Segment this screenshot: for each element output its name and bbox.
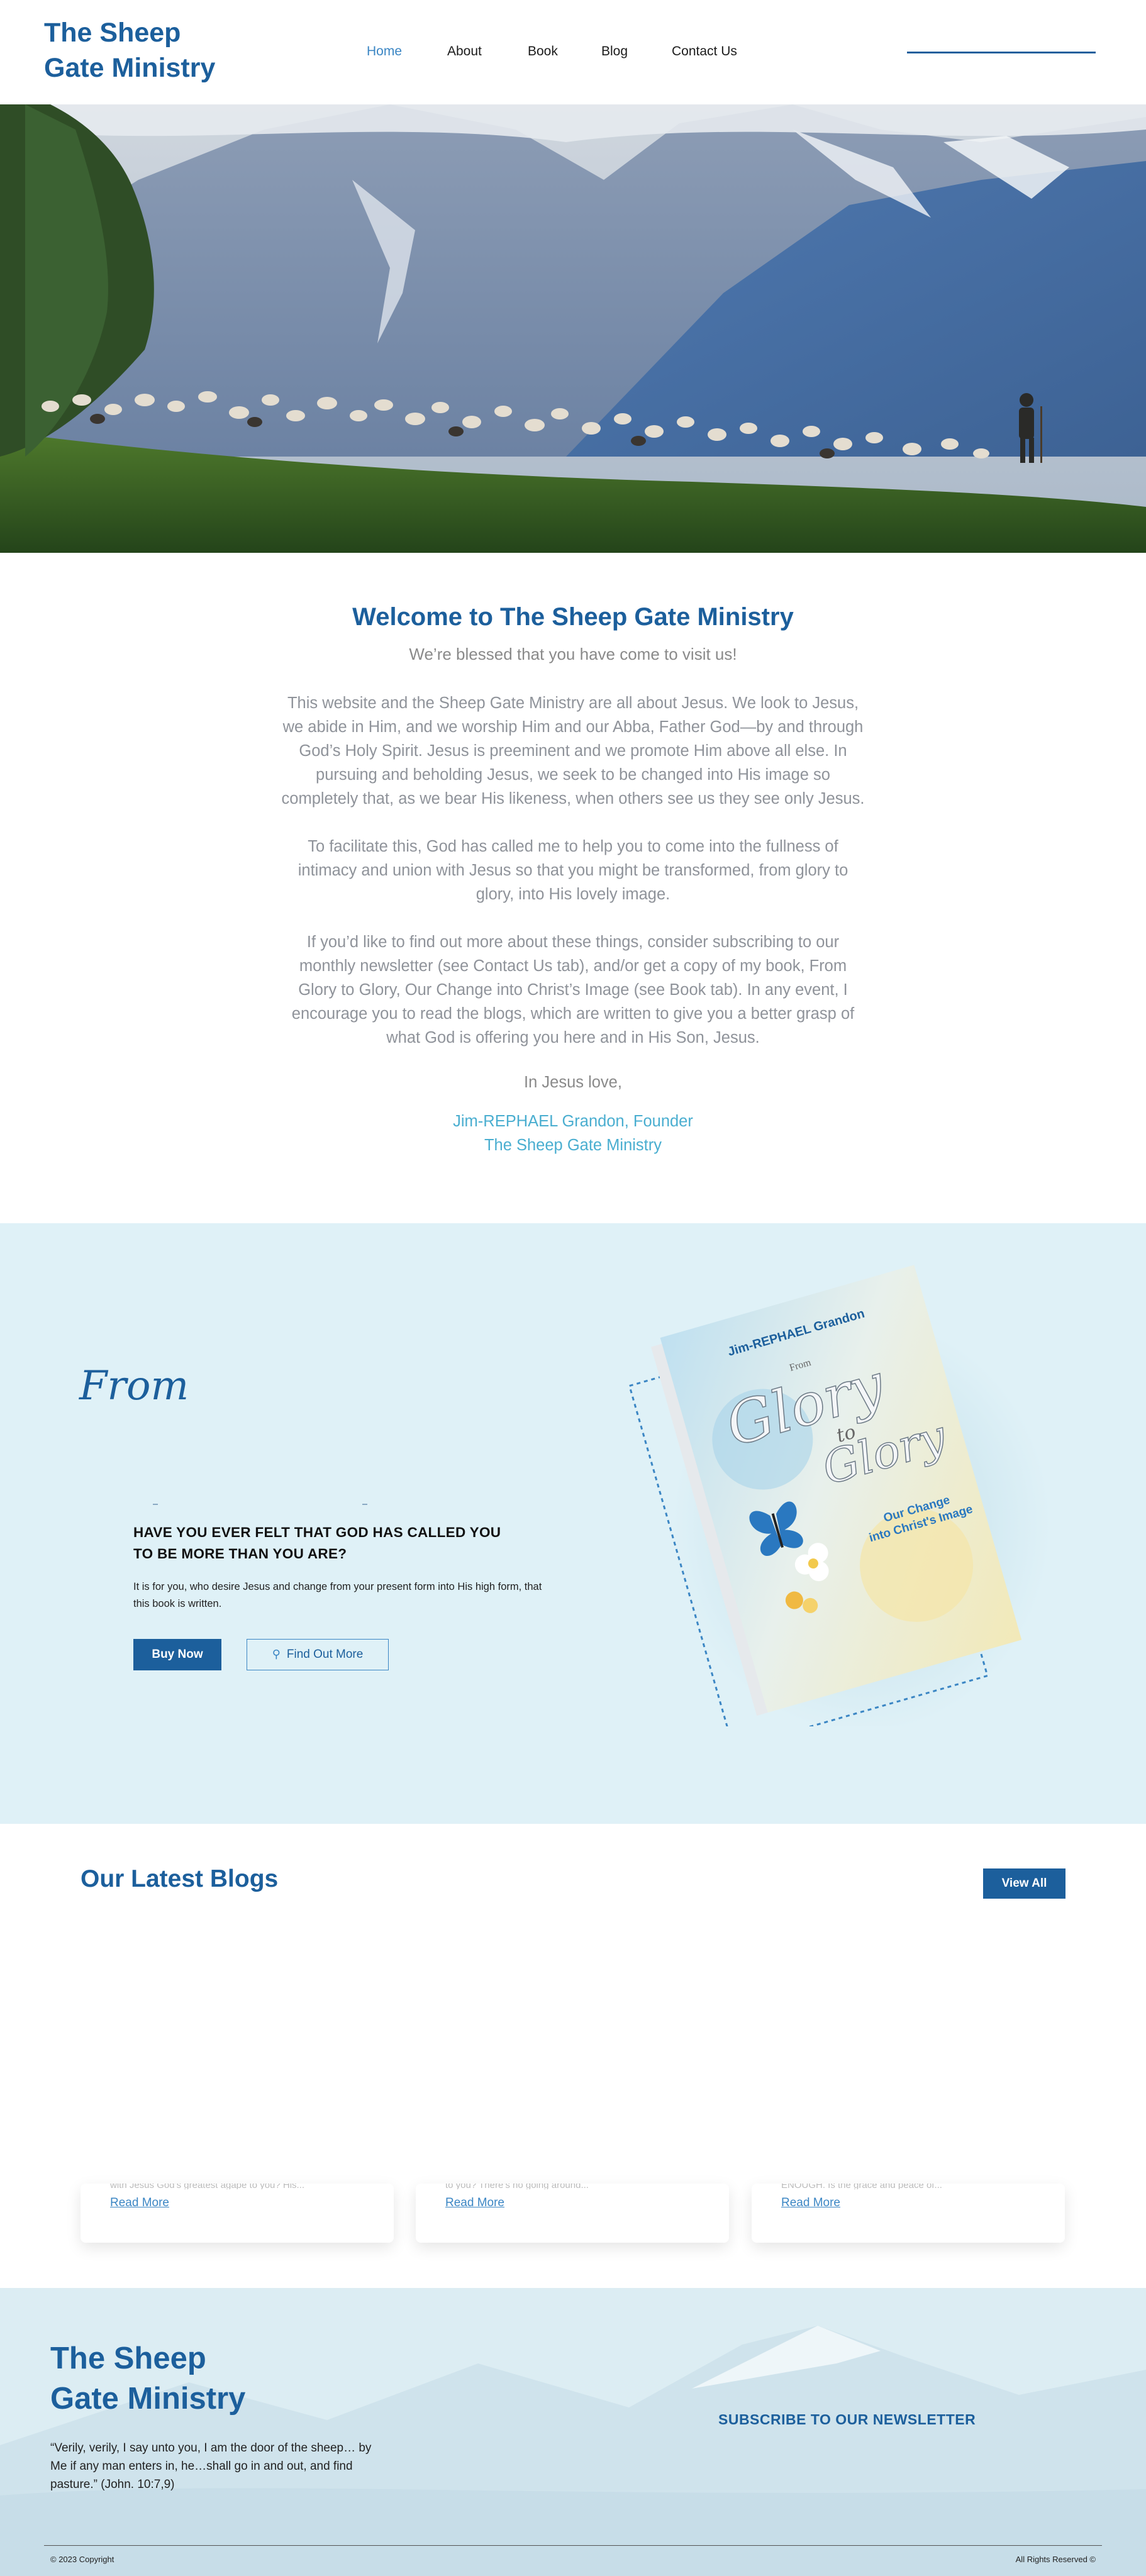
book-promo-heading: HAVE YOU EVER FELT THAT GOD HAS CALLED Y… <box>133 1524 501 1562</box>
latest-blogs-section: Our Latest Blogs View All with Jesus God… <box>0 1824 1146 2288</box>
read-more-link[interactable]: Read More <box>781 2196 840 2210</box>
blog-card[interactable]: with Jesus God’s greatest agape to you? … <box>81 2184 394 2243</box>
read-more-link[interactable]: Read More <box>110 2196 169 2210</box>
search-icon: ⚲ <box>272 1648 281 1660</box>
find-out-more-label: Find Out More <box>286 1648 364 1661</box>
welcome-paragraph-1: This website and the Sheep Gate Ministry… <box>281 694 865 808</box>
nav-about[interactable]: About <box>447 44 482 59</box>
welcome-paragraph-2: To facilitate this, God has called me to… <box>298 838 848 903</box>
welcome-closing: In Jesus love, <box>524 1074 622 1091</box>
footer-logo-line-1: The Sheep <box>50 2341 206 2375</box>
view-all-button[interactable]: View All <box>983 1868 1065 1899</box>
footer-logo[interactable]: The Sheep Gate Ministry <box>50 2338 289 2419</box>
rights-text: All Rights Reserved © <box>1015 2555 1096 2564</box>
blog-card[interactable]: ENOUGH. Is the grace and peace of... Rea… <box>752 2184 1065 2243</box>
signature-org: The Sheep Gate Ministry <box>484 1136 662 1154</box>
from-script-heading: From <box>79 1363 189 1409</box>
nav-blog[interactable]: Blog <box>601 44 628 59</box>
blog-snippet: to you? There’s no going around... <box>445 2184 589 2189</box>
buy-now-button[interactable]: Buy Now <box>133 1639 221 1670</box>
site-header: The Sheep Gate Ministry Home About Book … <box>0 0 1146 104</box>
nav-home[interactable]: Home <box>367 44 402 59</box>
hero-image <box>0 104 1146 553</box>
blog-snippet: ENOUGH. Is the grace and peace of... <box>781 2184 942 2189</box>
blogs-title: Our Latest Blogs <box>81 1865 279 1892</box>
divider-mark <box>153 1504 158 1505</box>
read-more-link[interactable]: Read More <box>445 2196 504 2210</box>
blog-card[interactable]: to you? There’s no going around... Read … <box>416 2184 729 2243</box>
find-out-more-button[interactable]: ⚲ Find Out More <box>247 1639 389 1670</box>
welcome-subtitle: We’re blessed that you have come to visi… <box>409 645 737 663</box>
footer-logo-line-2: Gate Ministry <box>50 2382 246 2416</box>
header-search-underline[interactable] <box>907 52 1096 53</box>
copyright-text: © 2023 Copyright <box>50 2555 114 2564</box>
mountain-pasture-illustration <box>0 104 1146 553</box>
welcome-title: Welcome to The Sheep Gate Ministry <box>352 603 794 631</box>
book-promo-body: It is for you, who desire Jesus and chan… <box>133 1581 542 1609</box>
footer-divider <box>44 2545 1102 2546</box>
book-promo-section: From HAVE YOU EVER FELT THAT GOD HAS CAL… <box>0 1223 1146 1824</box>
newsletter-heading: SUBSCRIBE TO OUR NEWSLETTER <box>718 2411 976 2428</box>
blog-snippet: with Jesus God’s greatest agape to you? … <box>110 2184 305 2189</box>
book-cover-image[interactable]: Jim-REPHAEL Grandon From Glory to Glory … <box>598 1261 1050 1726</box>
nav-book[interactable]: Book <box>528 44 558 59</box>
site-footer: The Sheep Gate Ministry “Verily, verily,… <box>0 2288 1146 2576</box>
welcome-section: Welcome to The Sheep Gate Ministry We’re… <box>0 553 1146 1223</box>
signature-name: Jim-REPHAEL Grandon, Founder <box>453 1113 693 1130</box>
footer-mountain-background <box>0 2288 1146 2576</box>
divider-mark <box>362 1504 367 1505</box>
welcome-paragraph-3: If you’d like to find out more about the… <box>291 933 855 1046</box>
footer-scripture-quote: “Verily, verily, I say unto you, I am th… <box>50 2441 372 2491</box>
nav-contact-us[interactable]: Contact Us <box>672 44 737 59</box>
